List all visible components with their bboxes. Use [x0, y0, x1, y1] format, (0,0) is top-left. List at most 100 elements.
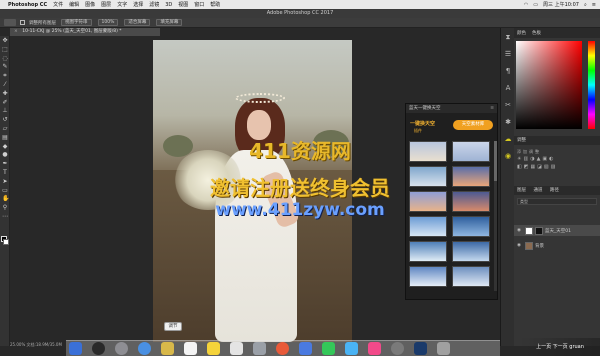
sky-thumbnail[interactable]: [409, 216, 447, 237]
lasso-tool-icon[interactable]: ◌: [2, 55, 8, 62]
contacts-icon[interactable]: [161, 342, 174, 355]
menu-layer[interactable]: 图层: [101, 1, 111, 8]
system-prefs-icon[interactable]: [391, 342, 404, 355]
layer-row[interactable]: ◉ 背景: [514, 240, 600, 251]
messages-icon[interactable]: [299, 342, 312, 355]
fill-screen-button[interactable]: 填充屏幕: [156, 19, 183, 26]
reminders-icon[interactable]: [230, 342, 243, 355]
paragraph-panel-icon[interactable]: ¶: [504, 67, 512, 75]
trash-icon[interactable]: [437, 342, 450, 355]
sky-panel-header[interactable]: 蓝天一键换天空 ≡: [406, 104, 497, 113]
menu-view[interactable]: 视图: [178, 1, 188, 8]
tab-color[interactable]: 颜色: [517, 30, 526, 36]
menu-filter[interactable]: 滤镜: [149, 1, 159, 8]
sky-thumbnail[interactable]: [452, 216, 490, 237]
siri-icon[interactable]: [92, 342, 105, 355]
safari-icon[interactable]: [138, 342, 151, 355]
panel-menu-icon[interactable]: ≡: [490, 104, 497, 113]
healing-tool-icon[interactable]: ✚: [2, 90, 8, 97]
history-panel-icon[interactable]: ⧗: [504, 33, 512, 41]
background-color-swatch[interactable]: [3, 239, 9, 245]
hue-slider[interactable]: [588, 41, 595, 129]
sky-thumbnail[interactable]: [452, 266, 490, 287]
marquee-tool-icon[interactable]: ⬚: [2, 46, 8, 53]
sky-thumbnail[interactable]: [409, 266, 447, 287]
sky-panel-scrollbar[interactable]: [494, 141, 497, 291]
properties-panel-icon[interactable]: ☰: [504, 50, 512, 58]
document-tab[interactable]: × 10-11-CKJ @ 25% (蓝天_天空01, 图层蒙版/8) *: [10, 28, 160, 36]
menu-type[interactable]: 文字: [117, 1, 127, 8]
menu-image[interactable]: 图像: [85, 1, 95, 8]
tool-preset-icon[interactable]: ✂: [504, 101, 512, 109]
menu-3d[interactable]: 3D: [165, 2, 172, 8]
fit-screen-button[interactable]: 适合屏幕: [124, 19, 151, 26]
maps-icon[interactable]: [253, 342, 266, 355]
close-tab-icon[interactable]: ×: [14, 29, 18, 34]
scrollbar-thumb[interactable]: [494, 141, 497, 181]
menubar-status: ◠ ▭ 周三 上午10:07 ⌕ ≡: [519, 1, 600, 9]
brush-tool-icon[interactable]: ✐: [2, 99, 8, 106]
calendar-icon[interactable]: [184, 342, 197, 355]
adjust-tooltip[interactable]: 调节: [164, 322, 182, 331]
move-tool-icon[interactable]: ✥: [2, 38, 8, 44]
layer-row[interactable]: ◉ 蓝天_天空01: [514, 225, 600, 236]
sky-thumbnail[interactable]: [452, 141, 490, 162]
current-tool-icon[interactable]: [4, 19, 16, 26]
notes-icon[interactable]: [207, 342, 220, 355]
tab-channels[interactable]: 通道: [533, 188, 542, 193]
clock[interactable]: 周三 上午10:07: [543, 1, 579, 8]
facetime-icon[interactable]: [322, 342, 335, 355]
sky-library-button[interactable]: 天空素材库: [453, 120, 493, 130]
sky-thumbnail[interactable]: [452, 166, 490, 187]
battery-icon[interactable]: ▭: [533, 2, 538, 8]
sky-thumbnail[interactable]: [452, 241, 490, 262]
photoshop-dock-icon[interactable]: [414, 342, 427, 355]
search-icon[interactable]: ⌕: [584, 2, 587, 8]
plugin-icon-2[interactable]: ◉: [504, 152, 512, 160]
itunes-icon[interactable]: [368, 342, 381, 355]
crop-tool-icon[interactable]: ⌗: [2, 73, 8, 79]
layer-mask-thumbnail[interactable]: [535, 226, 543, 235]
color-field[interactable]: [516, 41, 582, 129]
history-brush-tool-icon[interactable]: ↺: [2, 117, 8, 123]
app-store-icon[interactable]: [345, 342, 358, 355]
visibility-eye-icon[interactable]: ◉: [517, 228, 522, 233]
sky-plugin-icon[interactable]: ☁: [504, 135, 512, 143]
app-menu[interactable]: Photoshop CC: [8, 2, 47, 8]
layer-name[interactable]: 蓝天_天空01: [545, 228, 571, 234]
launchpad-icon[interactable]: [115, 342, 128, 355]
character-panel-icon[interactable]: A: [504, 84, 512, 92]
right-panels: 颜色 色板 调整 添加调整 ☀▥◑▲▣◐ ◧◩▦◪▧▨ 图层 通道 路径 类型 …: [514, 28, 600, 346]
menu-help[interactable]: 帮助: [210, 1, 220, 8]
adjustment-icons-row2[interactable]: ◧◩▦◪▧▨: [517, 164, 557, 170]
all-layers-checkbox[interactable]: [20, 20, 25, 25]
wifi-icon[interactable]: ◠: [524, 2, 528, 8]
photos-icon[interactable]: [276, 342, 289, 355]
menu-edit[interactable]: 编辑: [69, 1, 79, 8]
stamp-tool-icon[interactable]: ⊥: [2, 108, 8, 114]
option-button-1[interactable]: 视图字符串: [61, 19, 92, 26]
menu-file[interactable]: 文件: [53, 1, 63, 8]
quick-select-tool-icon[interactable]: ✎: [2, 64, 8, 70]
menu-list-icon[interactable]: ≡: [592, 2, 596, 8]
layer-kind-filter[interactable]: 类型: [517, 198, 597, 205]
sky-thumbnail[interactable]: [452, 191, 490, 212]
eraser-tool-icon[interactable]: ▱: [2, 125, 8, 132]
zoom-field[interactable]: 100%: [97, 19, 119, 26]
brush-panel-icon[interactable]: ✱: [504, 118, 512, 126]
menu-select[interactable]: 选择: [133, 1, 143, 8]
layer-name[interactable]: 背景: [535, 243, 544, 249]
sky-thumbnail[interactable]: [409, 241, 447, 262]
tab-swatches[interactable]: 色板: [532, 30, 541, 36]
tab-adjustments[interactable]: 调整: [517, 138, 526, 143]
tab-paths[interactable]: 路径: [550, 188, 559, 193]
sky-thumbnail[interactable]: [409, 191, 447, 212]
sky-thumbnail[interactable]: [409, 166, 447, 187]
visibility-eye-icon[interactable]: ◉: [517, 243, 522, 248]
sky-thumbnail[interactable]: [409, 141, 447, 162]
finder-icon[interactable]: [69, 342, 82, 355]
menu-window[interactable]: 窗口: [194, 1, 204, 8]
tab-layers[interactable]: 图层: [517, 188, 526, 193]
adjustment-icons-row1[interactable]: ☀▥◑▲▣◐: [517, 156, 556, 162]
eyedropper-tool-icon[interactable]: ⁄: [2, 81, 8, 88]
